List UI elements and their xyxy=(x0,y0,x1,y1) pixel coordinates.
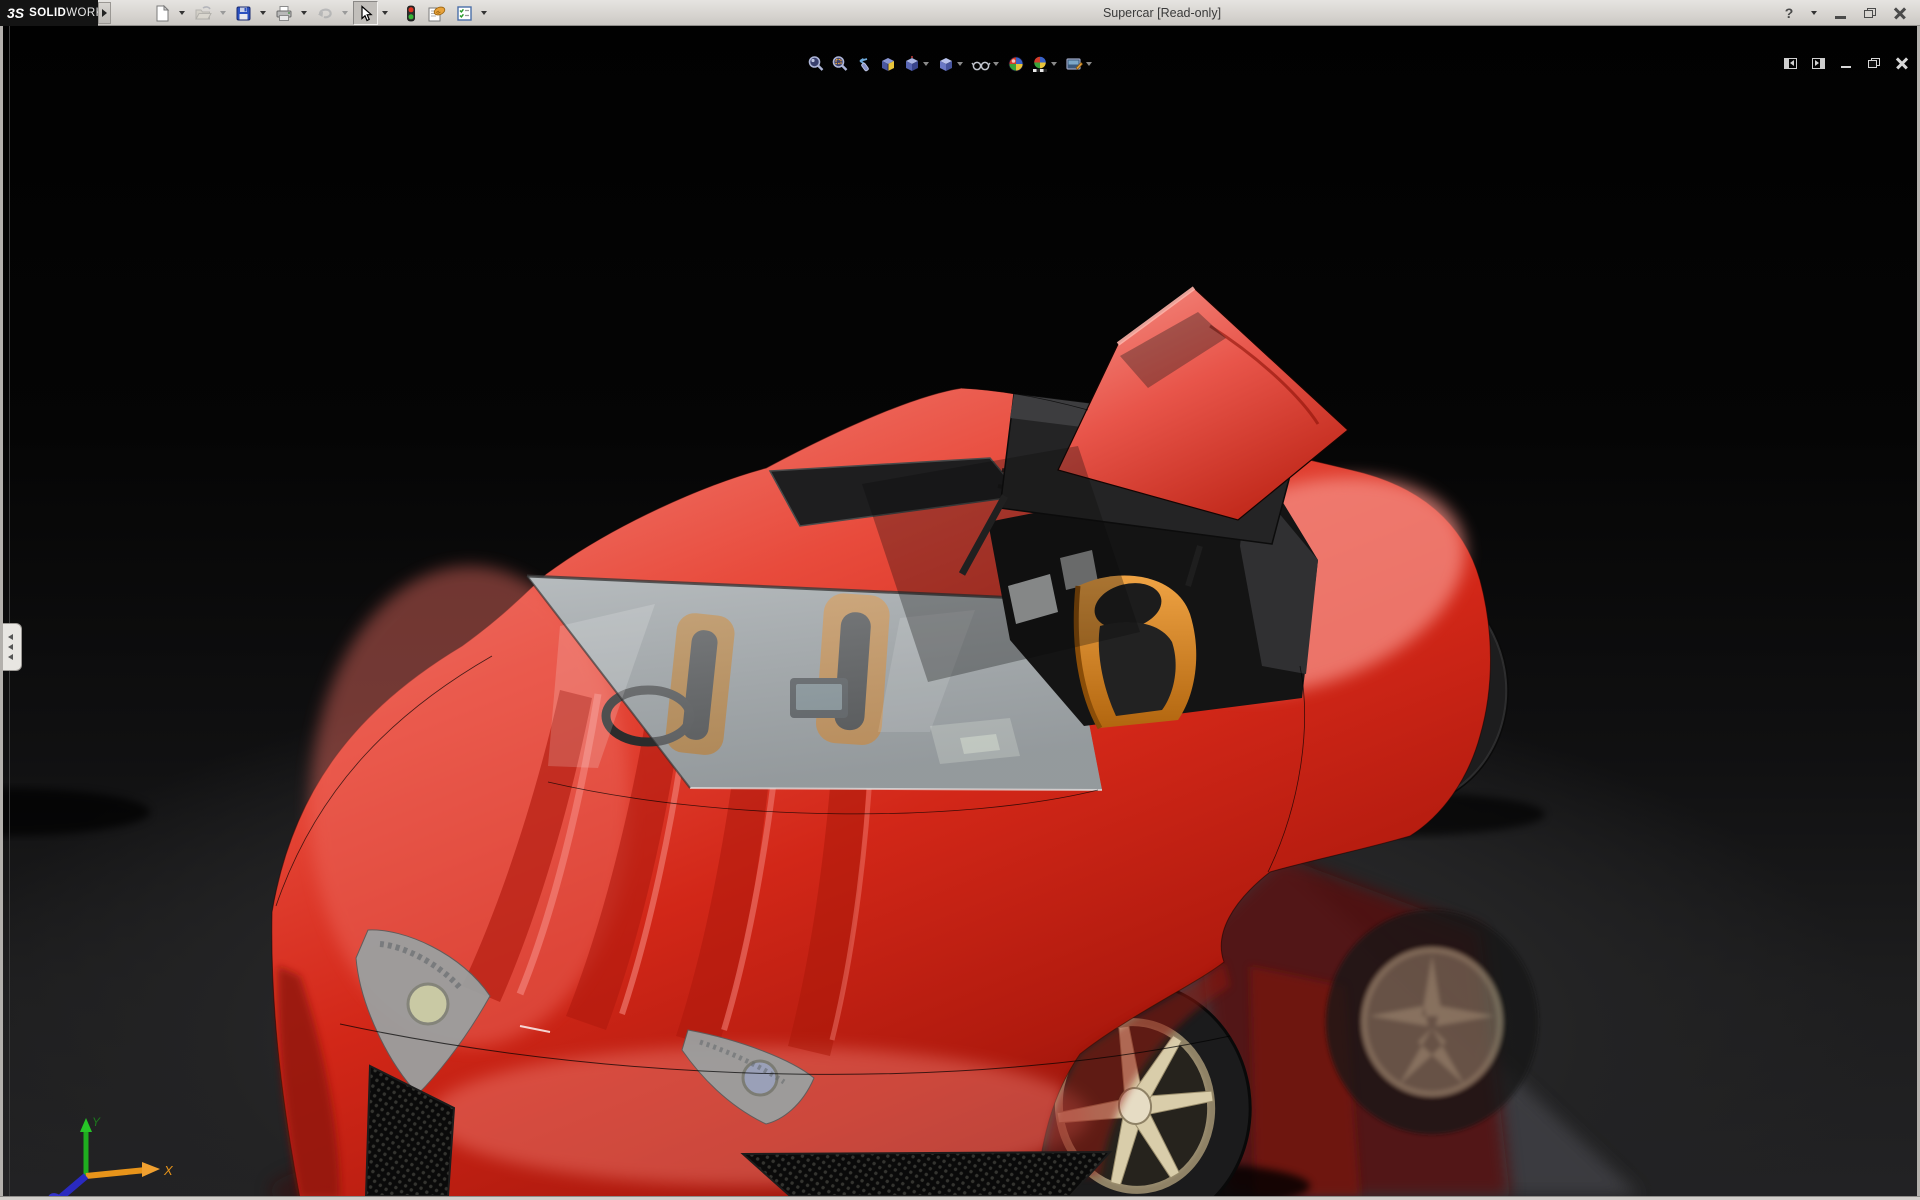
pane-right-icon xyxy=(1812,58,1825,69)
file-properties-button[interactable] xyxy=(423,1,450,25)
file-properties-icon xyxy=(427,5,446,22)
reference-triad: Y X Z xyxy=(14,1112,174,1196)
close-icon xyxy=(1896,57,1908,69)
window-title: Supercar [Read-only] xyxy=(1103,0,1221,26)
select-cursor-icon xyxy=(357,5,374,22)
open-folder-icon xyxy=(194,5,212,22)
window-border-left xyxy=(0,26,3,1200)
wheel-reflection xyxy=(1326,910,1538,1134)
save-dropdown[interactable] xyxy=(260,11,266,15)
hide-show-items-icon xyxy=(971,55,991,73)
save-button[interactable] xyxy=(231,1,256,25)
save-floppy-icon xyxy=(235,5,252,22)
view-settings-dropdown[interactable] xyxy=(1086,62,1092,66)
heads-up-view-toolbar xyxy=(806,54,1095,74)
feature-manager-collapsed-tab[interactable] xyxy=(0,623,22,671)
viewport-3d-scene[interactable] xyxy=(0,26,1920,1196)
rebuild-button[interactable] xyxy=(401,1,421,25)
triad-y-label: Y xyxy=(92,1115,101,1129)
close-button[interactable] xyxy=(1890,3,1910,23)
select-button[interactable] xyxy=(353,1,378,25)
print-dropdown[interactable] xyxy=(301,11,307,15)
undo-dropdown[interactable] xyxy=(342,11,348,15)
apply-scene-button[interactable] xyxy=(1030,54,1060,74)
open-button[interactable] xyxy=(190,1,216,25)
pane-left-icon xyxy=(1784,58,1797,69)
section-view-icon xyxy=(879,55,897,73)
section-view-button[interactable] xyxy=(878,54,898,74)
graphics-viewport[interactable]: Y X Z *Dimetric xyxy=(0,26,1920,1196)
brand-bold: SOLID xyxy=(29,7,66,19)
traffic-light-icon xyxy=(405,5,417,22)
collapse-arrow-icon xyxy=(8,634,13,640)
restore-button[interactable] xyxy=(1860,3,1880,23)
undo-button[interactable] xyxy=(312,1,338,25)
new-button[interactable] xyxy=(150,1,175,25)
window-controls: ? xyxy=(1779,0,1910,26)
view-orientation-dropdown[interactable] xyxy=(923,62,929,66)
pane-expand-button[interactable] xyxy=(1810,56,1826,70)
restore-icon xyxy=(1864,8,1876,18)
previous-view-icon xyxy=(855,55,873,73)
edit-appearance-button[interactable] xyxy=(1006,54,1026,74)
view-settings-icon xyxy=(1065,55,1084,73)
doc-restore-button[interactable] xyxy=(1866,56,1882,70)
close-icon xyxy=(1894,7,1906,19)
minimize-icon xyxy=(1835,16,1846,19)
print-button[interactable] xyxy=(271,1,297,25)
restore-icon xyxy=(1868,58,1880,68)
options-button[interactable] xyxy=(452,1,477,25)
display-style-dropdown[interactable] xyxy=(957,62,963,66)
help-dropdown[interactable] xyxy=(1811,11,1817,15)
standard-toolbar xyxy=(150,0,490,26)
hide-show-items-button[interactable] xyxy=(970,54,1002,74)
options-dropdown[interactable] xyxy=(481,11,487,15)
window-border-bottom xyxy=(0,1196,1920,1200)
document-window-controls xyxy=(1782,56,1910,70)
new-document-icon xyxy=(154,5,171,22)
previous-view-button[interactable] xyxy=(854,54,874,74)
display-style-button[interactable] xyxy=(936,54,966,74)
zoom-to-fit-icon xyxy=(807,55,825,73)
undo-icon xyxy=(316,5,334,22)
zoom-to-area-icon xyxy=(831,55,849,73)
zoom-to-area-button[interactable] xyxy=(830,54,850,74)
panel-splitter[interactable] xyxy=(9,26,10,1196)
view-orientation-icon xyxy=(903,55,921,73)
menu-flyout-button[interactable] xyxy=(98,2,111,24)
options-icon xyxy=(456,5,473,22)
minimize-button[interactable] xyxy=(1830,3,1850,23)
help-button[interactable]: ? xyxy=(1779,3,1799,23)
collapse-arrow-icon xyxy=(8,654,13,660)
new-dropdown[interactable] xyxy=(179,11,185,15)
collapse-arrow-icon xyxy=(8,644,13,650)
pane-collapse-button[interactable] xyxy=(1782,56,1798,70)
triad-x-label: X xyxy=(163,1163,174,1178)
display-style-icon xyxy=(937,55,955,73)
apply-scene-icon xyxy=(1031,55,1049,73)
doc-minimize-button[interactable] xyxy=(1838,56,1854,70)
solidworks-window: Y X Z *Dimetric 3S SOLID WORKS xyxy=(0,0,1920,1200)
print-icon xyxy=(275,5,293,22)
open-dropdown[interactable] xyxy=(220,11,226,15)
view-orientation-button[interactable] xyxy=(902,54,932,74)
hide-show-items-dropdown[interactable] xyxy=(993,62,999,66)
title-bar: 3S SOLID WORKS xyxy=(0,0,1920,26)
select-dropdown[interactable] xyxy=(382,11,388,15)
minimize-icon xyxy=(1841,66,1851,69)
apply-scene-dropdown[interactable] xyxy=(1051,62,1057,66)
zoom-to-fit-button[interactable] xyxy=(806,54,826,74)
view-settings-button[interactable] xyxy=(1064,54,1095,74)
doc-close-button[interactable] xyxy=(1894,56,1910,70)
flyout-arrow-icon xyxy=(102,9,107,17)
3ds-logo-glyph: 3S xyxy=(7,5,24,21)
solidworks-logo: 3S SOLID WORKS xyxy=(0,0,98,26)
edit-appearance-icon xyxy=(1007,55,1025,73)
